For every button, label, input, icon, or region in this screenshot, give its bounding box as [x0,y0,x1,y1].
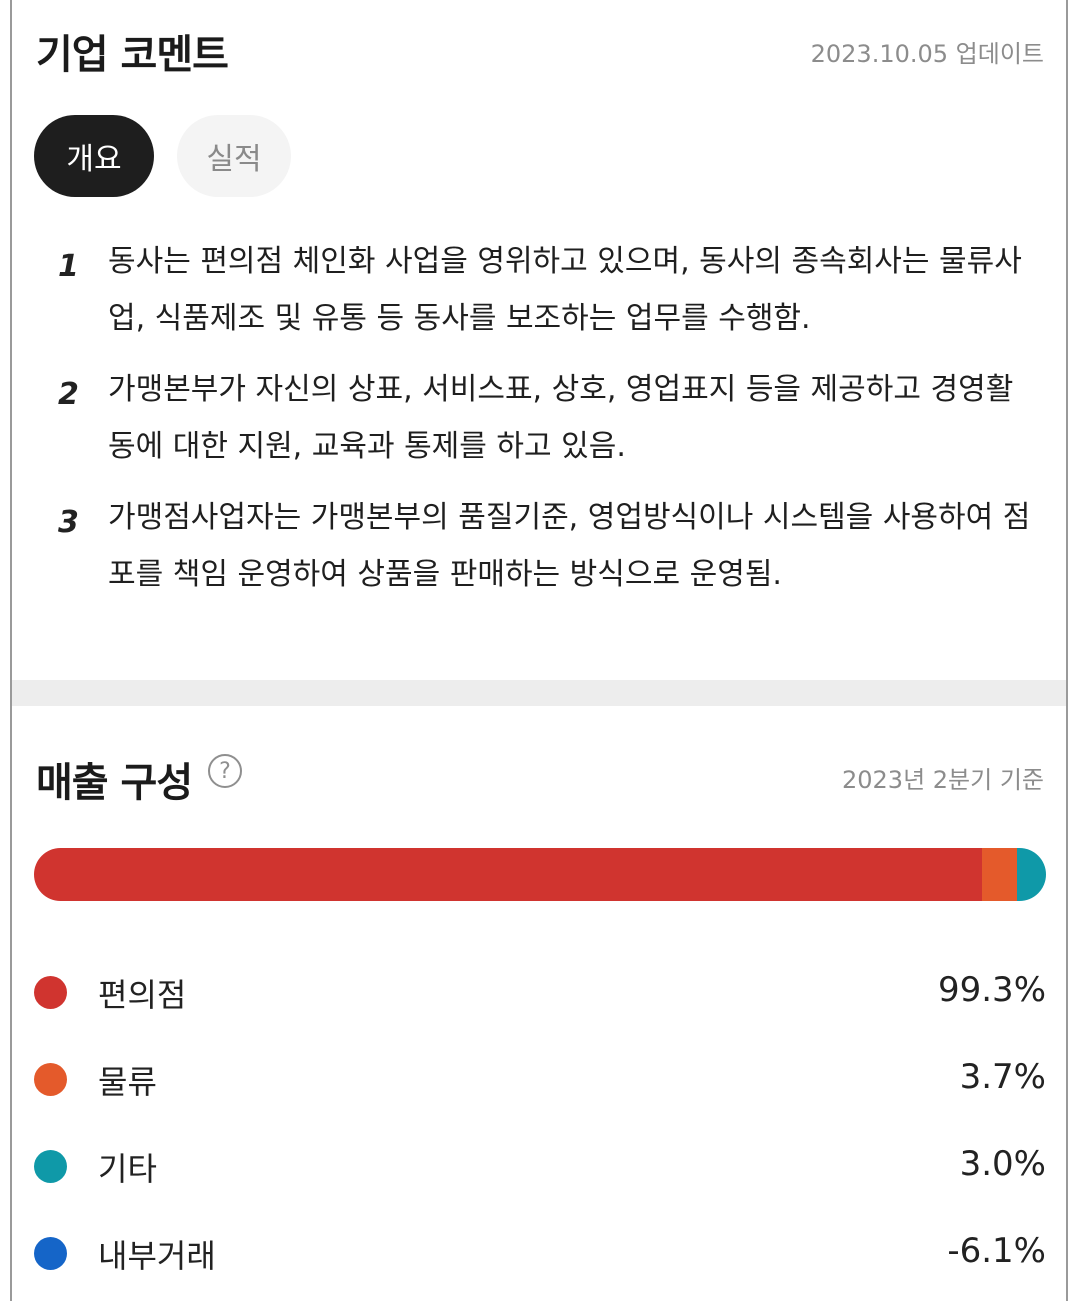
comment-list: 1 동사는 편의점 체인화 사업을 영위하고 있으며, 동사의 종속회사는 물류… [52,244,1032,629]
legend-row: 물류 3.7% [34,1045,1046,1132]
section-divider [12,680,1066,706]
company-comment-title: 기업 코멘트 [36,32,229,78]
comment-text: 가맹본부가 자신의 상표, 서비스표, 상호, 영업표지 등을 제공하고 경영활… [108,372,1014,464]
sales-basis-date: 2023년 2분기 기준 [841,766,1044,794]
tab-overview[interactable]: 개요 [34,115,154,197]
legend-row: 내부거래 -6.1% [34,1219,1046,1306]
tab-performance-label: 실적 [206,142,262,177]
comment-number: 1 [58,249,79,284]
comment-text: 가맹점사업자는 가맹본부의 품질기준, 영업방식이나 시스템을 사용하여 점포를… [108,500,1031,592]
app-frame: 기업 코멘트 2023.10.05 업데이트 개요 실적 1 동사는 편의점 체… [10,0,1068,1301]
bar-segment-2 [982,848,1018,901]
comment-item: 3 가맹점사업자는 가맹본부의 품질기준, 영업방식이나 시스템을 사용하여 점… [52,500,1032,603]
comment-item: 2 가맹본부가 자신의 상표, 서비스표, 상호, 영업표지 등을 제공하고 경… [52,372,1032,475]
bar-segment-3 [1017,848,1046,901]
sales-stacked-bar [34,848,1046,901]
legend-value: -6.1% [947,1231,1046,1271]
legend-label: 내부거래 [98,1237,216,1275]
update-date: 2023.10.05 업데이트 [810,40,1044,68]
legend-dot [34,976,67,1009]
legend-label: 편의점 [98,976,187,1014]
legend-row: 편의점 99.3% [34,958,1046,1045]
legend-dot [34,1063,67,1096]
comment-item: 1 동사는 편의점 체인화 사업을 영위하고 있으며, 동사의 종속회사는 물류… [52,244,1032,347]
legend-value: 3.7% [959,1057,1046,1097]
comment-number: 3 [58,505,79,540]
tab-overview-label: 개요 [66,142,122,177]
legend-row: 기타 3.0% [34,1132,1046,1219]
comment-text: 동사는 편의점 체인화 사업을 영위하고 있으며, 동사의 종속회사는 물류사업… [108,244,1022,336]
tab-performance[interactable]: 실적 [177,115,291,197]
legend-label: 물류 [98,1063,157,1101]
legend-dot [34,1150,67,1183]
legend-value: 99.3% [937,970,1046,1010]
comment-number: 2 [58,377,79,412]
sales-composition-title: 매출 구성 [36,760,193,806]
legend-dot [34,1237,67,1270]
bar-segment-1 [34,848,983,901]
sales-legend: 편의점 99.3% 물류 3.7% 기타 3.0% 내부거래 -6.1% [34,958,1046,1306]
legend-label: 기타 [98,1150,157,1188]
sales-composition-section: 매출 구성 ? 2023년 2분기 기준 편의점 99.3% 물류 3.7% 기타 3.0… [12,706,1066,1301]
question-circle-icon[interactable]: ? [208,754,242,788]
company-comment-section: 기업 코멘트 2023.10.05 업데이트 개요 실적 1 동사는 편의점 체… [12,0,1066,680]
legend-value: 3.0% [959,1144,1046,1184]
